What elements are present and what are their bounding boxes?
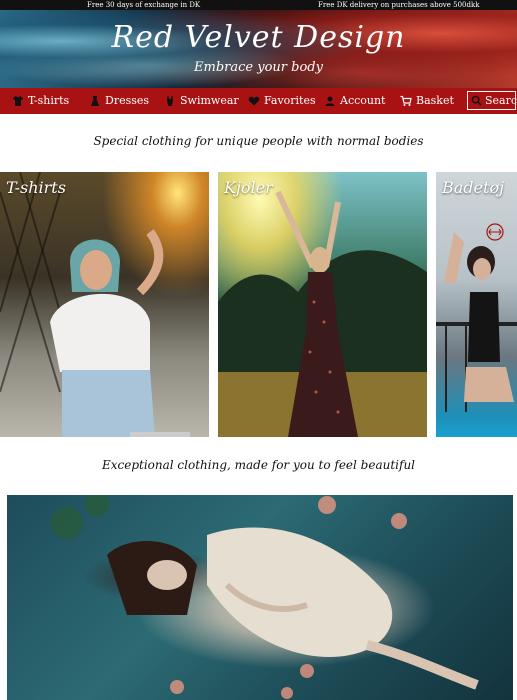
- search-icon: [471, 95, 482, 106]
- category-card-badetoj[interactable]: Badetøj: [436, 172, 517, 437]
- main-nav: T-shirts Dresses Swimwear Favorites Acco…: [0, 88, 517, 114]
- tshirt-icon: [12, 95, 24, 107]
- nav-item-basket[interactable]: Basket: [400, 88, 454, 114]
- feature-photo: [7, 495, 513, 700]
- user-icon: [324, 95, 336, 107]
- nav-item-favorites[interactable]: Favorites: [248, 88, 316, 114]
- dress-icon: [89, 95, 101, 107]
- delivery-notice: Free DK delivery on purchases above 500d…: [318, 1, 480, 9]
- exchange-notice: Free 30 days of exchange in DK: [87, 1, 201, 9]
- nav-label: Swimwear: [180, 94, 239, 107]
- search-button[interactable]: Search: [467, 91, 517, 110]
- search-label: Search: [485, 94, 517, 107]
- section-heading-special: Special clothing for unique people with …: [93, 134, 424, 148]
- category-label: Kjoler: [224, 178, 273, 197]
- nav-label: T-shirts: [28, 94, 70, 107]
- category-label: Badetøj: [442, 178, 505, 197]
- site-logo-title[interactable]: Red Velvet Design: [0, 20, 517, 55]
- nav-label: Account: [340, 94, 386, 107]
- heart-icon: [248, 95, 260, 107]
- feature-photo-art: [51, 495, 479, 699]
- badetoj-photo: [436, 223, 517, 412]
- announcement-bar: Free 30 days of exchange in DK Free DK d…: [0, 0, 517, 10]
- nav-item-account[interactable]: Account: [324, 88, 385, 114]
- nav-label: Dresses: [105, 94, 150, 107]
- category-card-kjoler[interactable]: Kjoler: [218, 172, 427, 437]
- swimsuit-icon: [164, 95, 176, 107]
- nav-item-dresses[interactable]: Dresses: [89, 88, 149, 114]
- hero-banner: Red Velvet Design Embrace your body: [0, 10, 517, 88]
- cart-icon: [400, 95, 412, 107]
- nav-label: Basket: [416, 94, 454, 107]
- section-heading-exceptional: Exceptional clothing, made for you to fe…: [101, 458, 416, 472]
- category-card-tshirts[interactable]: T-shirts: [0, 172, 209, 437]
- nav-item-swimwear[interactable]: Swimwear: [164, 88, 239, 114]
- nav-label: Favorites: [264, 94, 316, 107]
- site-tagline: Embrace your body: [194, 60, 323, 75]
- category-label: T-shirts: [6, 178, 66, 197]
- kjoler-photo: [218, 190, 427, 437]
- nav-item-tshirts[interactable]: T-shirts: [12, 88, 69, 114]
- tshirts-photo: [0, 172, 190, 437]
